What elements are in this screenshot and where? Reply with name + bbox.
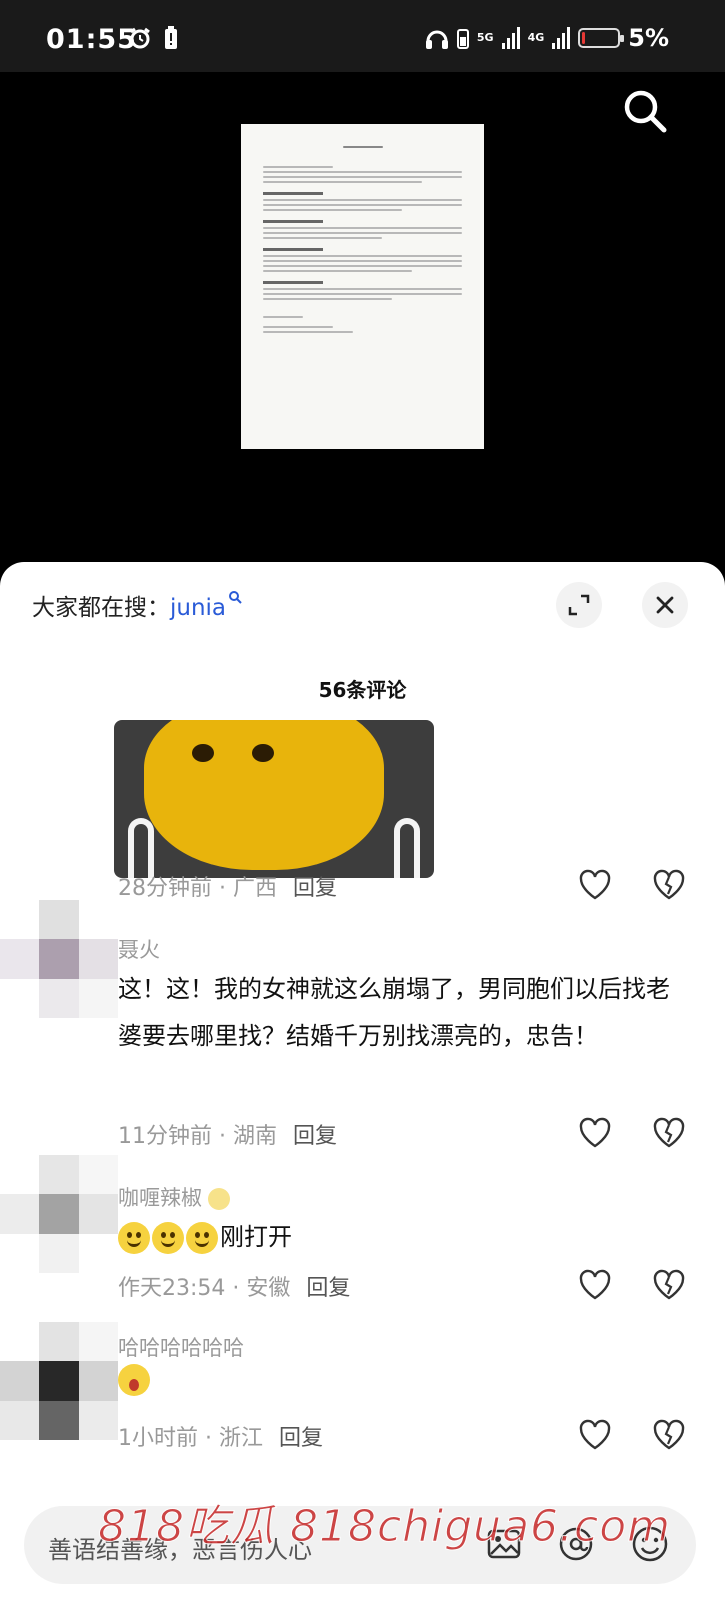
reply-button[interactable]: 回复 (293, 876, 337, 901)
reply-button[interactable]: 回复 (293, 1124, 337, 1149)
comment-meta: 11分钟前 · 湖南 回复 (118, 1118, 337, 1150)
close-icon (656, 596, 674, 614)
status-icons-left (128, 26, 178, 50)
comment-text (118, 1364, 688, 1412)
comment-username[interactable]: 咖喱辣椒 (118, 1182, 230, 1212)
trending-search-icon (229, 591, 242, 604)
smile-emoji-icon (118, 1222, 150, 1254)
search-icon[interactable] (620, 86, 670, 136)
headphones-icon (425, 30, 448, 49)
close-button[interactable] (642, 582, 688, 628)
broken-heart-icon[interactable] (652, 1116, 686, 1150)
battery-small-icon (456, 29, 469, 49)
avatar[interactable] (0, 1155, 118, 1273)
alarm-icon (130, 27, 150, 49)
heart-icon[interactable] (578, 1268, 612, 1302)
status-time: 01:55 (46, 24, 137, 55)
battery-warning-icon (165, 26, 177, 49)
sticker-face (144, 720, 384, 870)
watermark-text: 818吃瓜 818chigua6.com (98, 1501, 671, 1553)
comment-sheet: 大家都在搜：junia 56条评论 28分钟前 · 广西 回复 聂火 这！这！我的… (0, 562, 725, 1600)
comment-time-location: 1小时前 · 浙江 (118, 1426, 263, 1451)
comment-sticker-image[interactable] (114, 720, 434, 878)
battery-icon (578, 28, 625, 48)
heart-icon[interactable] (578, 868, 612, 902)
battery-percent: 5% (628, 24, 669, 52)
avatar[interactable] (0, 900, 118, 1018)
status-icons-right: 5G 4G 5% (425, 24, 669, 52)
reply-button[interactable]: 回复 (306, 1276, 350, 1301)
status-bar: 01:55 5G 4G 5% (0, 0, 725, 72)
comment-text: 这！这！我的女神就这么崩塌了，男同胞们以后找老婆要去哪里找？结婚千万别找漂亮的，… (118, 975, 670, 1050)
comments-count-title: 56条评论 (318, 678, 407, 702)
comment-meta: 作天23:54 · 安徽 回复 (118, 1270, 350, 1302)
expand-button[interactable] (556, 582, 602, 628)
comment-time-location: 作天23:54 · 安徽 (118, 1276, 291, 1301)
battery-fill (582, 32, 585, 44)
comment-username-text: 咖喱辣椒 (118, 1186, 202, 1210)
broken-heart-icon[interactable] (652, 1268, 686, 1302)
comment-time-location: 28分钟前 · 广西 (118, 876, 277, 901)
sun-emoji-icon (208, 1188, 230, 1210)
expand-icon (568, 594, 590, 616)
surprised-emoji-icon (118, 1364, 150, 1396)
signal-icon-1 (501, 27, 520, 49)
comment-username[interactable]: 哈哈哈哈哈哈 (118, 1332, 244, 1362)
video-player[interactable] (0, 72, 725, 572)
smile-emoji-icon (152, 1222, 184, 1254)
smile-emoji-icon (186, 1222, 218, 1254)
network-4g-label: 4G (527, 31, 545, 44)
signal-icon-2 (552, 27, 571, 49)
comment-text-body: 刚打开 (220, 1223, 292, 1251)
avatar[interactable] (0, 1322, 118, 1440)
broken-heart-icon[interactable] (652, 1418, 686, 1452)
heart-icon[interactable] (578, 1116, 612, 1150)
network-5g-label: 5G (476, 31, 494, 44)
trending-search[interactable]: 大家都在搜：junia (32, 588, 242, 622)
heart-icon[interactable] (578, 1418, 612, 1452)
comment-username[interactable]: 聂火 (118, 934, 160, 964)
reply-button[interactable]: 回复 (279, 1426, 323, 1451)
comment-text: 刚打开 (118, 1214, 688, 1261)
trending-term[interactable]: junia (170, 595, 226, 621)
document-image (241, 124, 484, 449)
comment-meta: 28分钟前 · 广西 回复 (118, 870, 337, 902)
comment-meta: 1小时前 · 浙江 回复 (118, 1420, 323, 1452)
broken-heart-icon[interactable] (652, 868, 686, 902)
trending-label: 大家都在搜： (32, 595, 170, 621)
comment-time-location: 11分钟前 · 湖南 (118, 1124, 277, 1149)
